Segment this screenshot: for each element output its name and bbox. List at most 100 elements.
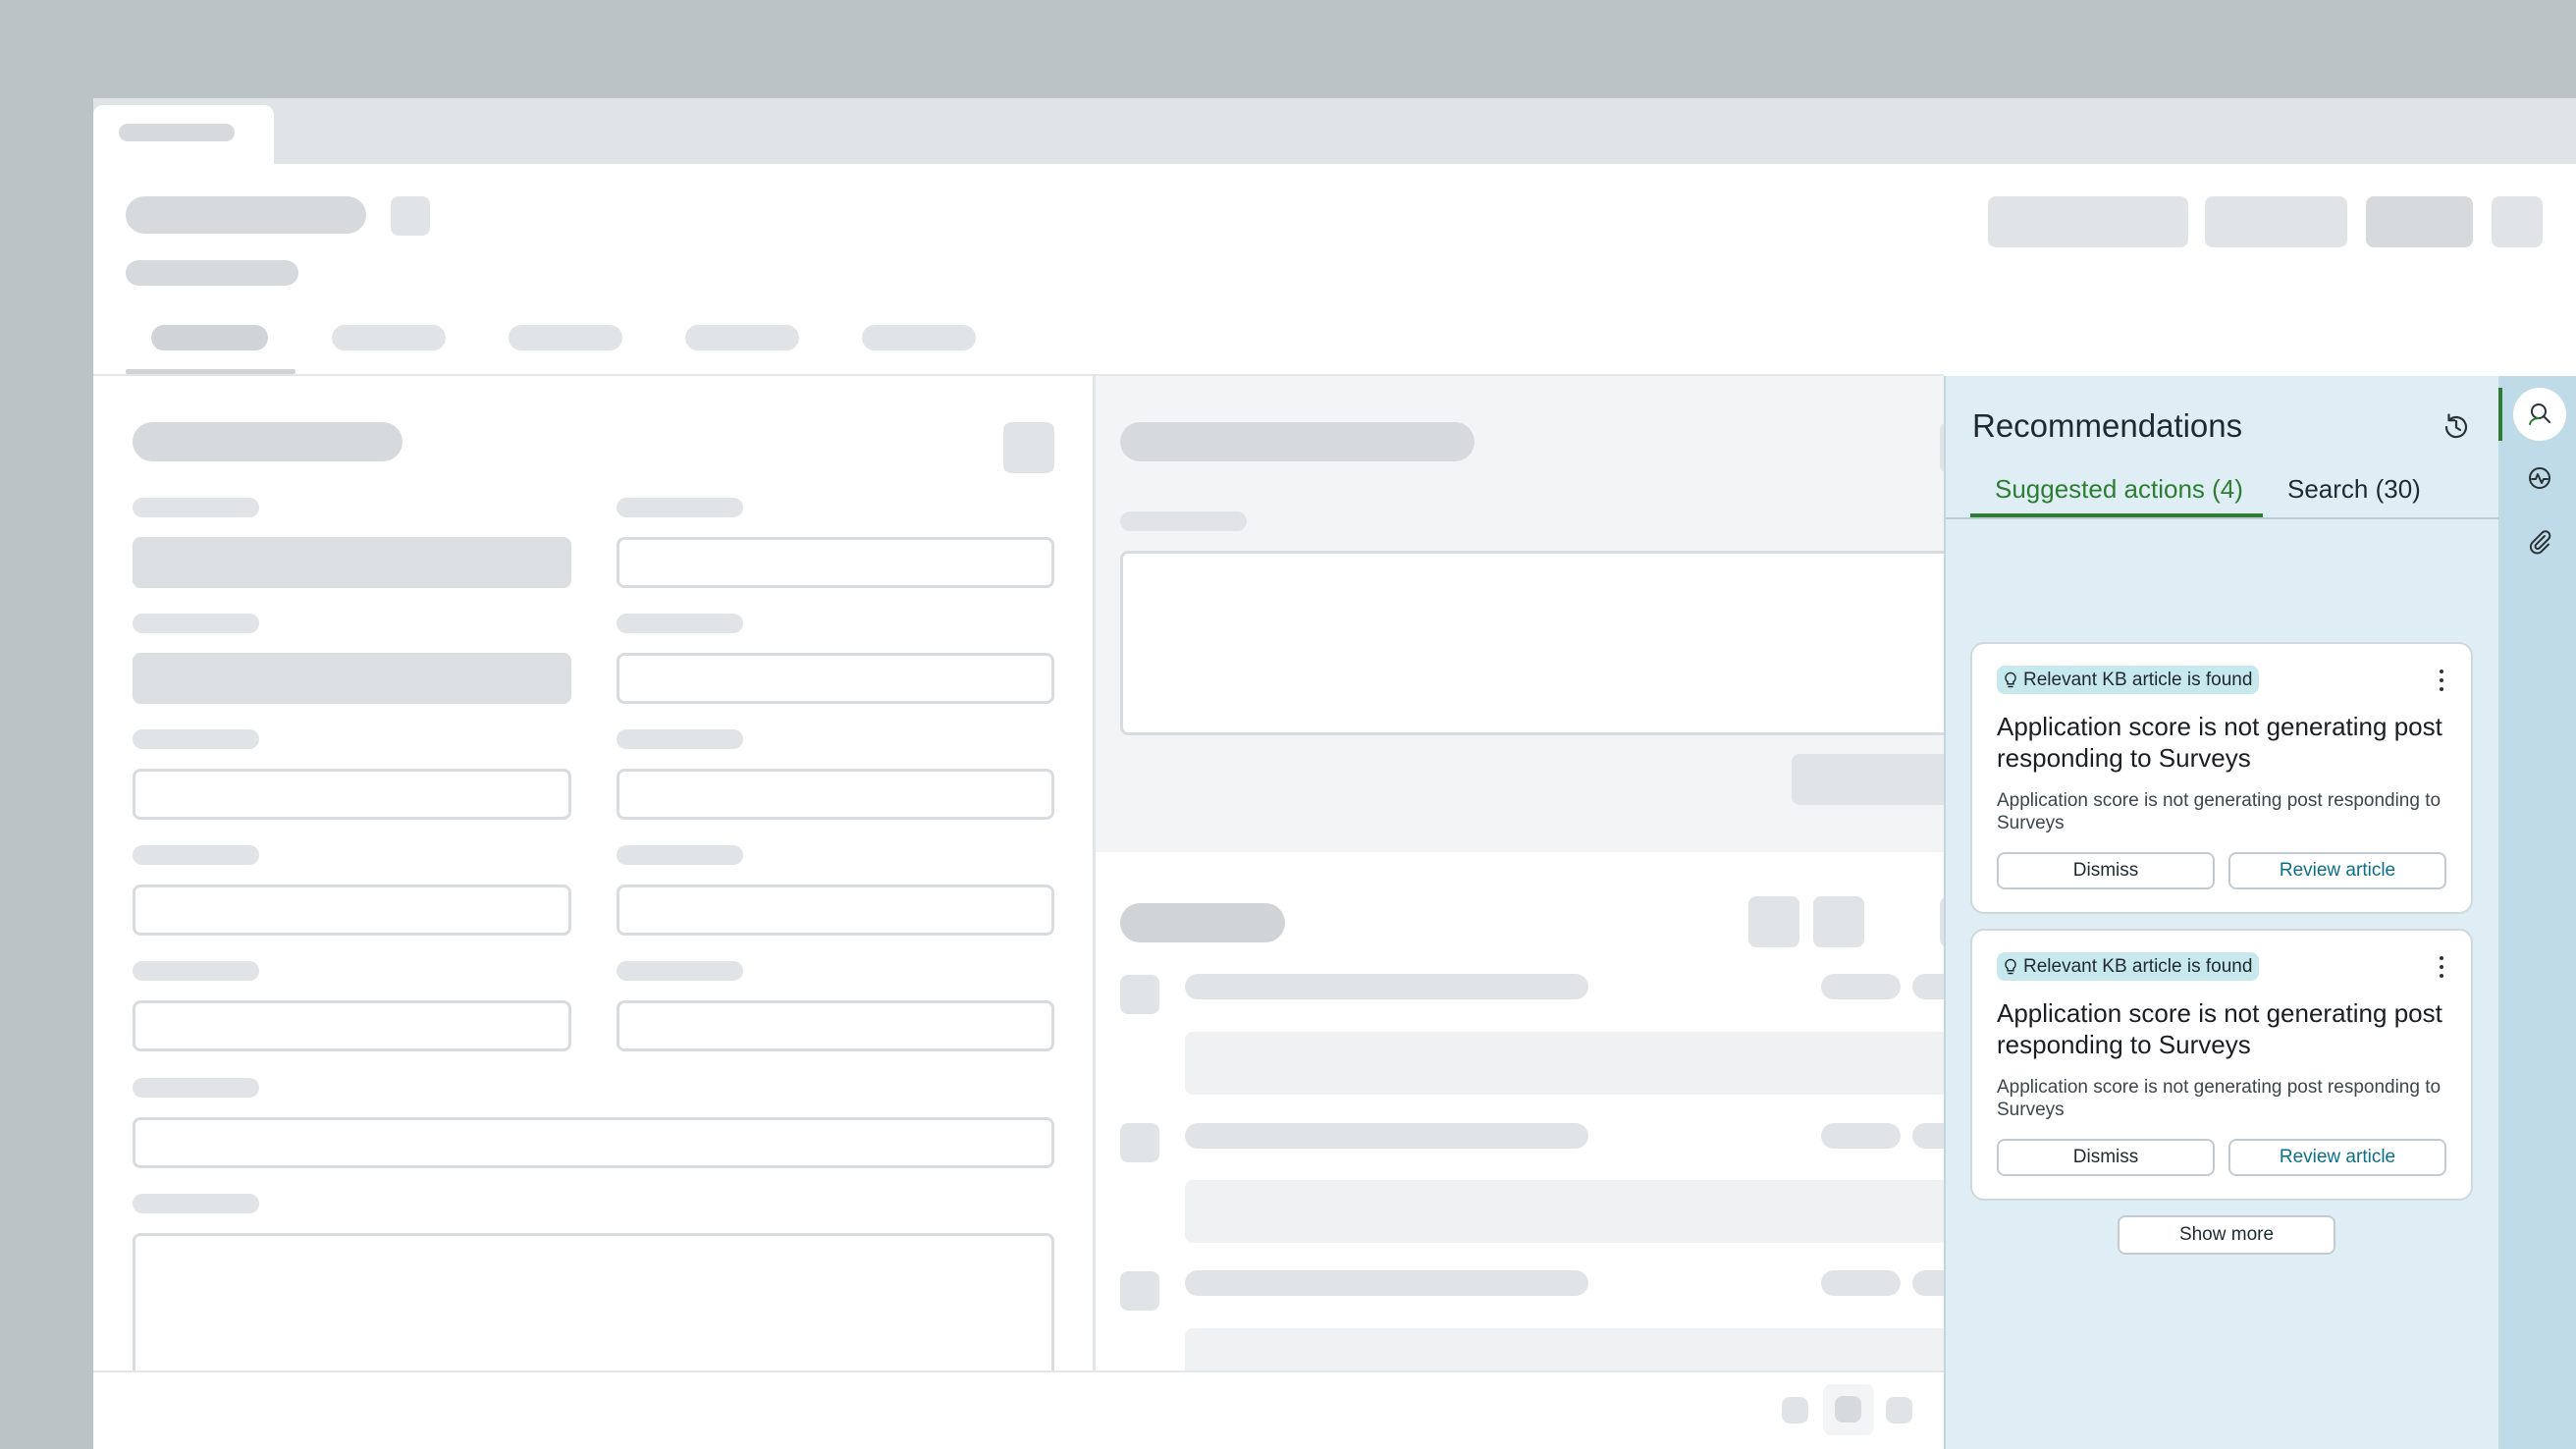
field-label-placeholder: [617, 498, 743, 517]
recommendations-icon: [2529, 403, 2550, 425]
show-more-button[interactable]: Show more: [2118, 1215, 2335, 1255]
app-window: Recommendations Suggested actions (4) Se…: [93, 98, 2576, 1449]
title-action-placeholder[interactable]: [391, 196, 430, 236]
input-field[interactable]: [133, 885, 571, 936]
recommendation-card: Relevant KB article is found Application…: [1970, 929, 2473, 1201]
timeline-item-body-placeholder: [1185, 1180, 1992, 1243]
field-label-placeholder: [133, 614, 259, 633]
input-field[interactable]: [133, 1000, 571, 1051]
timeline-item-body-placeholder: [1185, 1032, 1992, 1095]
timeline-item-title-placeholder: [1185, 974, 1588, 999]
input-field[interactable]: [617, 885, 1054, 936]
timeline-avatar-placeholder: [1120, 1271, 1159, 1311]
kb-found-badge: Relevant KB article is found: [1997, 952, 2260, 981]
form-column: [93, 376, 1093, 1390]
timeline-item-title-placeholder: [1185, 1123, 1588, 1149]
more-options-icon[interactable]: [2432, 956, 2451, 978]
composer-section: [1096, 376, 1992, 852]
footer-control-active[interactable]: [1823, 1384, 1874, 1435]
tabs-divider: [1946, 517, 2498, 519]
timeline-meta-placeholder: [1821, 1123, 1901, 1149]
dismiss-button[interactable]: Dismiss: [1997, 852, 2215, 889]
footer-control-placeholder[interactable]: [1886, 1397, 1912, 1423]
subtitle-placeholder: [126, 260, 298, 286]
field-label-placeholder: [133, 498, 259, 517]
rail-attachments-button[interactable]: [2513, 515, 2566, 568]
lightbulb-icon: [2005, 671, 2016, 687]
attachment-icon: [2529, 530, 2551, 555]
card-description: Application score is not generating post…: [1997, 1077, 2442, 1120]
field-label-placeholder: [133, 961, 259, 981]
timeline-meta-placeholder: [1821, 974, 1901, 999]
rail-recommendations-button[interactable]: [2513, 388, 2566, 441]
history-icon[interactable]: [2441, 411, 2472, 443]
review-article-button[interactable]: Review article: [2228, 852, 2446, 889]
card-title: Application score is not generating post…: [1997, 998, 2442, 1059]
field-label-placeholder: [617, 961, 743, 981]
textarea-field[interactable]: [133, 1233, 1054, 1390]
tab-title-placeholder: [119, 124, 235, 141]
subtab-placeholder[interactable]: [862, 325, 976, 350]
review-article-button[interactable]: Review article: [2228, 1139, 2446, 1176]
field-label-placeholder: [133, 1194, 259, 1213]
header-button-placeholder[interactable]: [1988, 196, 2188, 247]
header-button-placeholder[interactable]: [2492, 196, 2543, 247]
subtab-placeholder[interactable]: [151, 325, 268, 350]
lightbulb-icon: [2005, 958, 2016, 974]
field-label-placeholder: [617, 614, 743, 633]
rail-active-indicator: [2498, 388, 2502, 441]
composer-textarea[interactable]: [1120, 551, 1992, 735]
header-button-placeholder[interactable]: [2366, 196, 2473, 247]
input-field[interactable]: [617, 769, 1054, 820]
activity-icon: [2529, 467, 2550, 489]
readonly-field: [133, 653, 571, 704]
badge-label: Relevant KB article is found: [2023, 669, 2253, 690]
kb-found-badge: Relevant KB article is found: [1997, 666, 2260, 694]
active-tab[interactable]: [93, 105, 274, 164]
input-field[interactable]: [617, 653, 1054, 704]
timeline-item-title-placeholder: [1185, 1270, 1588, 1296]
input-field-wide[interactable]: [133, 1117, 1054, 1168]
record-title-placeholder: [126, 196, 366, 234]
tab-suggested-actions[interactable]: Suggested actions (4): [1995, 474, 2243, 505]
card-description: Application score is not generating post…: [1997, 790, 2442, 833]
composer-label-placeholder: [1120, 511, 1247, 531]
field-label-placeholder: [133, 729, 259, 749]
footer-bar: [93, 1370, 1944, 1449]
field-label-placeholder: [617, 729, 743, 749]
input-field[interactable]: [617, 1000, 1054, 1051]
footer-control-placeholder[interactable]: [1782, 1397, 1808, 1423]
field-label-placeholder: [617, 845, 743, 865]
timeline-title-placeholder: [1120, 903, 1285, 942]
timeline-meta-placeholder: [1821, 1270, 1901, 1296]
composer-title-placeholder: [1120, 422, 1475, 461]
input-field[interactable]: [617, 537, 1054, 588]
input-field[interactable]: [133, 769, 571, 820]
more-options-icon[interactable]: [2432, 670, 2451, 691]
section-action-placeholder[interactable]: [1003, 422, 1054, 473]
card-title: Application score is not generating post…: [1997, 712, 2442, 773]
dismiss-button[interactable]: Dismiss: [1997, 1139, 2215, 1176]
subtab-placeholder[interactable]: [509, 325, 622, 350]
badge-label: Relevant KB article is found: [2023, 955, 2253, 977]
field-label-placeholder: [133, 845, 259, 865]
rail-activity-button[interactable]: [2513, 452, 2566, 505]
panel-title: Recommendations: [1972, 407, 2243, 444]
timeline-section: [1096, 852, 1992, 1391]
timeline-avatar-placeholder: [1120, 1123, 1159, 1162]
readonly-field: [133, 537, 571, 588]
subtab-placeholder[interactable]: [332, 325, 446, 350]
timeline-action-placeholder[interactable]: [1813, 896, 1864, 947]
section-title-placeholder: [133, 422, 402, 461]
side-rail: [2498, 376, 2576, 1449]
timeline-action-placeholder[interactable]: [1748, 896, 1799, 947]
recommendation-card: Relevant KB article is found Application…: [1970, 642, 2473, 914]
tab-search[interactable]: Search (30): [2287, 474, 2421, 505]
browser-tab-strip: [93, 98, 2576, 164]
header-button-placeholder[interactable]: [2205, 196, 2347, 247]
field-label-placeholder: [133, 1078, 259, 1098]
footer-control-placeholder: [1835, 1396, 1861, 1422]
recommendations-panel: Recommendations Suggested actions (4) Se…: [1944, 376, 2498, 1449]
subtab-placeholder[interactable]: [685, 325, 799, 350]
timeline-avatar-placeholder: [1120, 975, 1159, 1014]
